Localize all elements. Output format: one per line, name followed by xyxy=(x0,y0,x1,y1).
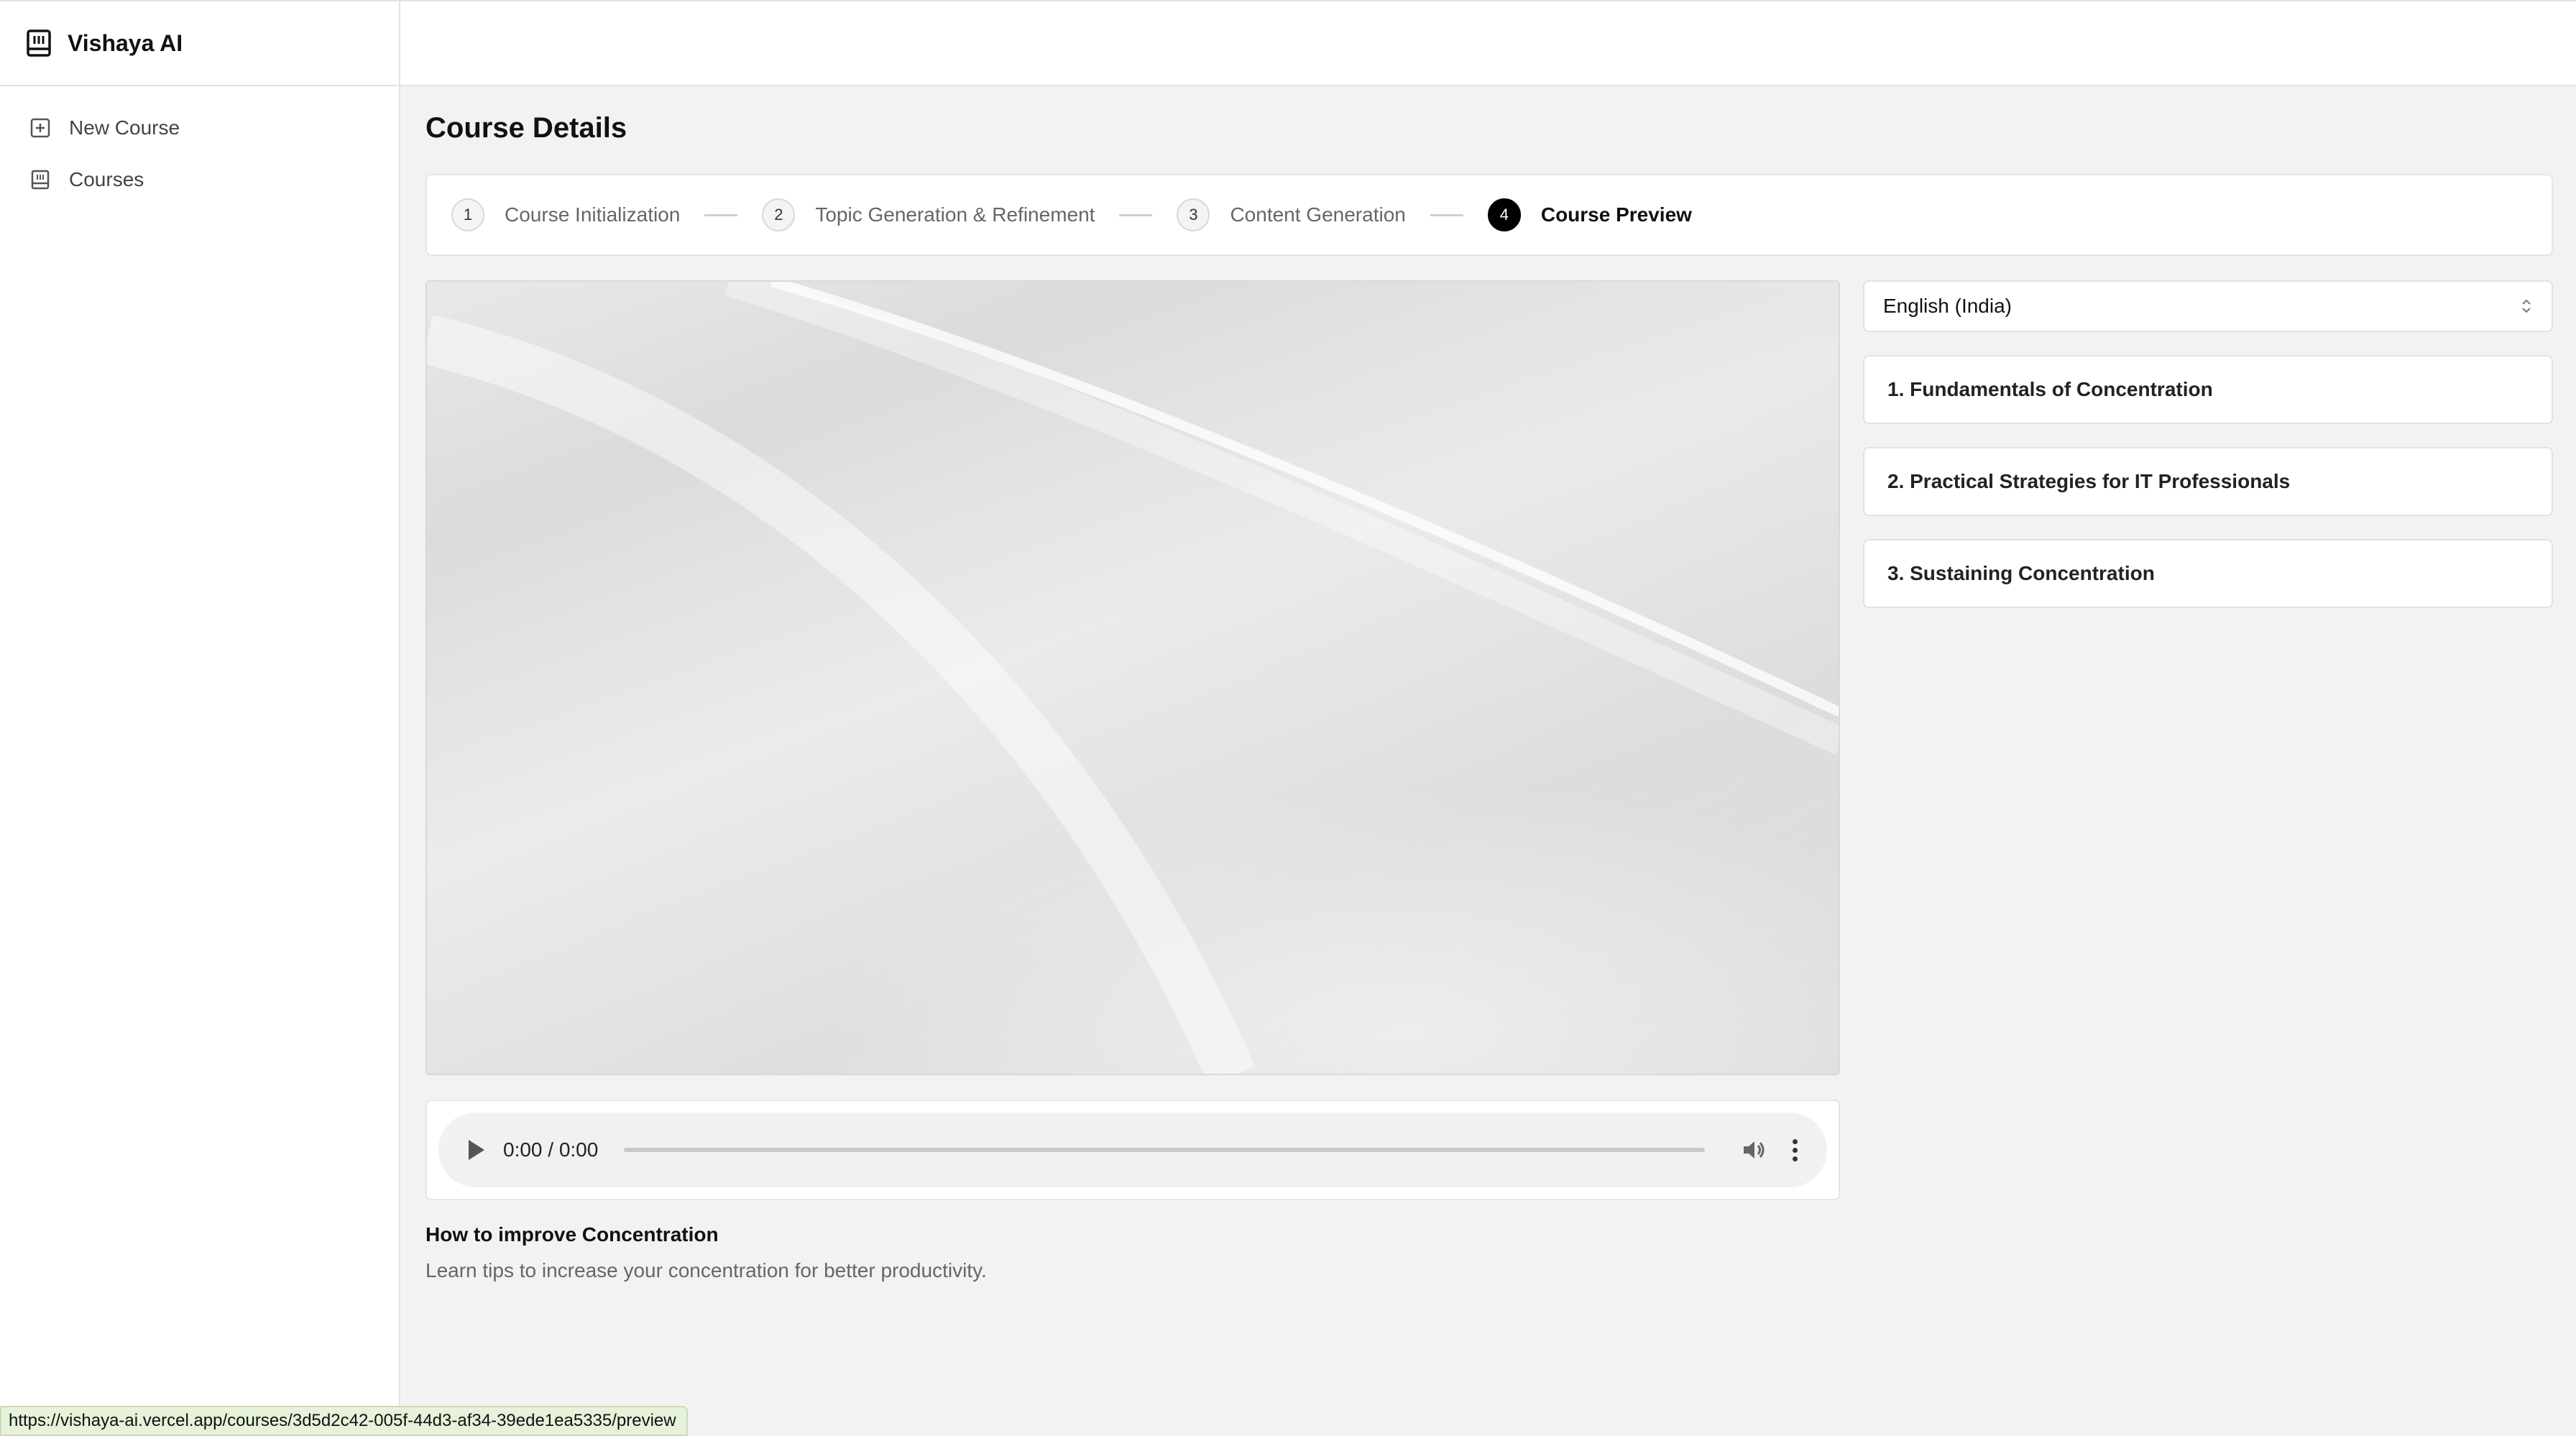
step-separator xyxy=(1119,213,1153,216)
brand[interactable]: Vishaya AI xyxy=(0,0,399,86)
status-bar-url: https://vishaya-ai.vercel.app/courses/3d… xyxy=(0,1406,688,1436)
audio-time: 0:00 / 0:00 xyxy=(503,1138,599,1161)
step-content-generation[interactable]: 3 Content Generation xyxy=(1177,198,1406,231)
step-separator xyxy=(1430,213,1463,216)
book-icon xyxy=(27,29,51,57)
step-label: Content Generation xyxy=(1230,203,1406,226)
topic-label: 3. Sustaining Concentration xyxy=(1887,562,2155,584)
step-number: 1 xyxy=(451,198,484,231)
course-title: How to improve Concentration xyxy=(426,1223,719,1246)
sidebar: Vishaya AI New Course Courses xyxy=(0,0,400,1436)
course-description: Learn tips to increase your concentratio… xyxy=(426,1259,987,1281)
book-icon xyxy=(31,170,50,190)
topic-item[interactable]: 3. Sustaining Concentration xyxy=(1863,539,2553,608)
video-preview[interactable] xyxy=(426,280,1840,1075)
play-icon[interactable] xyxy=(469,1140,484,1160)
step-label: Course Initialization xyxy=(505,203,681,226)
step-separator xyxy=(704,213,738,216)
step-topic-generation[interactable]: 2 Topic Generation & Refinement xyxy=(762,198,1095,231)
step-number: 2 xyxy=(762,198,796,231)
video-background-art xyxy=(427,282,1839,1074)
chevron-up-down-icon xyxy=(2522,299,2531,313)
language-select-value: English (India) xyxy=(1883,295,2012,317)
step-label: Topic Generation & Refinement xyxy=(815,203,1095,226)
topic-label: 2. Practical Strategies for IT Professio… xyxy=(1887,470,2291,492)
audio-card: 0:00 / 0:00 xyxy=(426,1100,1840,1200)
sidebar-item-new-course[interactable]: New Course xyxy=(0,102,399,154)
progress-stepper: 1 Course Initialization 2 Topic Generati… xyxy=(426,174,2553,256)
topic-item[interactable]: 1. Fundamentals of Concentration xyxy=(1863,355,2553,424)
topic-item[interactable]: 2. Practical Strategies for IT Professio… xyxy=(1863,447,2553,516)
topic-label: 1. Fundamentals of Concentration xyxy=(1887,378,2213,400)
volume-icon[interactable] xyxy=(1739,1136,1768,1164)
step-label: Course Preview xyxy=(1540,203,1692,226)
sidebar-item-courses[interactable]: Courses xyxy=(0,154,399,206)
audio-player: 0:00 / 0:00 xyxy=(438,1113,1827,1187)
sidebar-item-label: Courses xyxy=(69,168,144,190)
step-number: 4 xyxy=(1487,198,1521,231)
more-options-icon[interactable] xyxy=(1790,1138,1800,1161)
sidebar-item-label: New Course xyxy=(69,116,180,139)
page-title: Course Details xyxy=(426,112,627,144)
app-name: Vishaya AI xyxy=(68,29,183,56)
step-course-preview[interactable]: 4 Course Preview xyxy=(1487,198,1692,231)
plus-square-icon xyxy=(30,118,50,138)
top-bar xyxy=(400,0,2576,86)
language-select[interactable]: English (India) xyxy=(1863,280,2553,332)
audio-progress-bar[interactable] xyxy=(624,1148,1705,1152)
step-number: 3 xyxy=(1177,198,1210,231)
step-course-initialization[interactable]: 1 Course Initialization xyxy=(451,198,680,231)
